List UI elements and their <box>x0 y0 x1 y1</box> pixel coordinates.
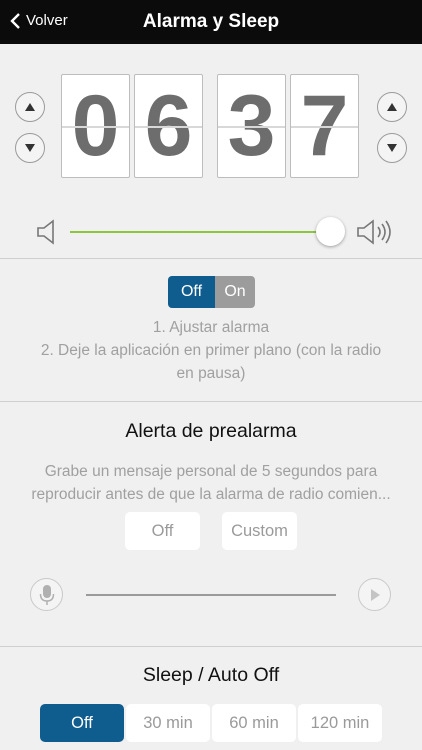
triangle-up-icon <box>25 103 35 111</box>
triangle-down-icon <box>387 144 397 152</box>
triangle-down-icon <box>25 144 35 152</box>
sleep-off-button[interactable]: Off <box>40 704 124 742</box>
instruction-line-3: en pausa) <box>176 365 246 382</box>
hour-up-button[interactable] <box>15 92 45 122</box>
record-button[interactable] <box>30 578 63 611</box>
minute-ones-digit: 7 <box>290 74 359 178</box>
minute-up-button[interactable] <box>377 92 407 122</box>
prealarm-description-line-2: reproducir antes de que la alarma de rad… <box>31 486 391 503</box>
toggle-off-option[interactable]: Off <box>168 276 215 308</box>
instruction-line-2: 2. Deje la aplicación en primer plano (c… <box>40 342 382 359</box>
volume-slider-knob[interactable] <box>316 217 345 246</box>
prealarm-title: Alerta de prealarma <box>125 420 297 442</box>
toggle-on-option[interactable]: On <box>215 276 255 308</box>
sleep-60-min-button[interactable]: 60 min <box>212 704 296 742</box>
minute-down-button[interactable] <box>377 133 407 163</box>
alarm-toggle[interactable]: Off On <box>168 276 255 308</box>
hour-ones-digit: 6 <box>134 74 203 178</box>
prealarm-custom-button[interactable]: Custom <box>222 512 297 550</box>
triangle-up-icon <box>387 103 397 111</box>
sleep-30-min-button[interactable]: 30 min <box>126 704 210 742</box>
prealarm-description-line-1: Grabe un mensaje personal de 5 segundos … <box>44 463 378 480</box>
minute-tens-digit: 3 <box>217 74 286 178</box>
nav-bar: Volver Alarma y Sleep <box>0 0 422 44</box>
divider <box>0 646 422 647</box>
sleep-120-min-button[interactable]: 120 min <box>298 704 382 742</box>
recording-progress-track[interactable] <box>86 594 336 596</box>
hour-tens-digit: 0 <box>61 74 130 178</box>
divider <box>0 258 422 259</box>
prealarm-off-button[interactable]: Off <box>125 512 200 550</box>
play-button[interactable] <box>358 578 391 611</box>
divider <box>0 401 422 402</box>
volume-high-icon <box>357 219 391 245</box>
page-title: Alarma y Sleep <box>142 11 280 32</box>
sleep-title: Sleep / Auto Off <box>142 664 280 686</box>
microphone-icon <box>39 584 54 605</box>
volume-slider-track[interactable] <box>70 231 332 233</box>
volume-low-icon <box>37 219 54 245</box>
hour-down-button[interactable] <box>15 133 45 163</box>
play-icon <box>370 588 380 601</box>
instruction-line-1: 1. Ajustar alarma <box>152 319 270 336</box>
